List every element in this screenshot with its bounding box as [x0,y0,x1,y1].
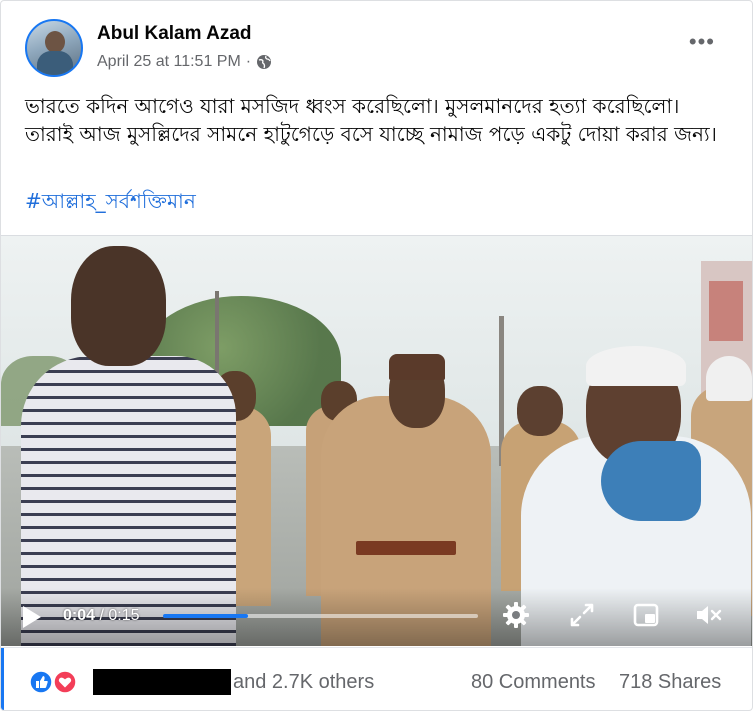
shares-count-link[interactable]: 718 Shares [619,671,721,694]
post-timestamp[interactable]: April 25 at 11:51 PM [97,53,241,71]
redacted-reactor-names [93,669,231,695]
video-progress-fill [163,614,249,618]
building-sign [709,281,743,341]
video-current-time: 0:04 [63,607,96,624]
reactions-icons[interactable] [29,670,81,694]
video-time: 0:04 / 0:15 [63,607,140,625]
video-figure-officer-edge-cap [706,356,752,401]
expand-icon[interactable] [567,600,597,630]
avatar-head [45,31,65,53]
meta-separator: · [245,53,252,70]
comments-count-link[interactable]: 80 Comments [471,671,596,694]
post-hashtag-link[interactable]: #আল্লাহ_সর্বশক্তিমান [25,187,196,220]
facebook-post-card: Abul Kalam Azad April 25 at 11:51 PM · •… [0,0,753,711]
video-figure-plaid-shirt-head [71,246,166,366]
globe-icon[interactable] [256,54,272,70]
like-icon [29,670,53,694]
video-player[interactable]: 0:04 / 0:15 [1,236,752,646]
engagement-bar: and 2.7K others 80 Comments 718 Shares [1,647,752,710]
post-header: Abul Kalam Azad April 25 at 11:51 PM · •… [25,19,725,81]
author-avatar[interactable] [25,19,83,77]
play-icon[interactable] [23,606,41,628]
video-figure-officer-cap [389,354,445,380]
video-figure-officer-belt [356,541,456,555]
muted-volume-icon[interactable] [693,600,723,630]
video-controls-bar: 0:04 / 0:15 [1,588,752,646]
video-figure-blue-scarf [601,441,701,521]
picture-in-picture-icon[interactable] [631,600,661,630]
avatar-body [37,51,73,75]
settings-gear-icon[interactable] [501,600,531,630]
accent-edge [1,648,4,710]
video-duration: / 0:15 [99,607,140,624]
author-name[interactable]: Abul Kalam Azad [97,23,252,45]
video-figure-prayer-cap [586,346,686,386]
reactors-count-text[interactable]: and 2.7K others [233,671,374,694]
video-progress-bar[interactable] [163,614,478,618]
more-options-icon[interactable]: ••• [689,31,715,53]
post-body-text: ভারতে কদিন আগেও যারা মসজিদ ধ্বংস করেছিলো… [25,94,717,146]
love-icon [53,670,77,694]
post-meta: April 25 at 11:51 PM · [97,53,272,71]
video-figure-officer-right-head [517,386,563,436]
